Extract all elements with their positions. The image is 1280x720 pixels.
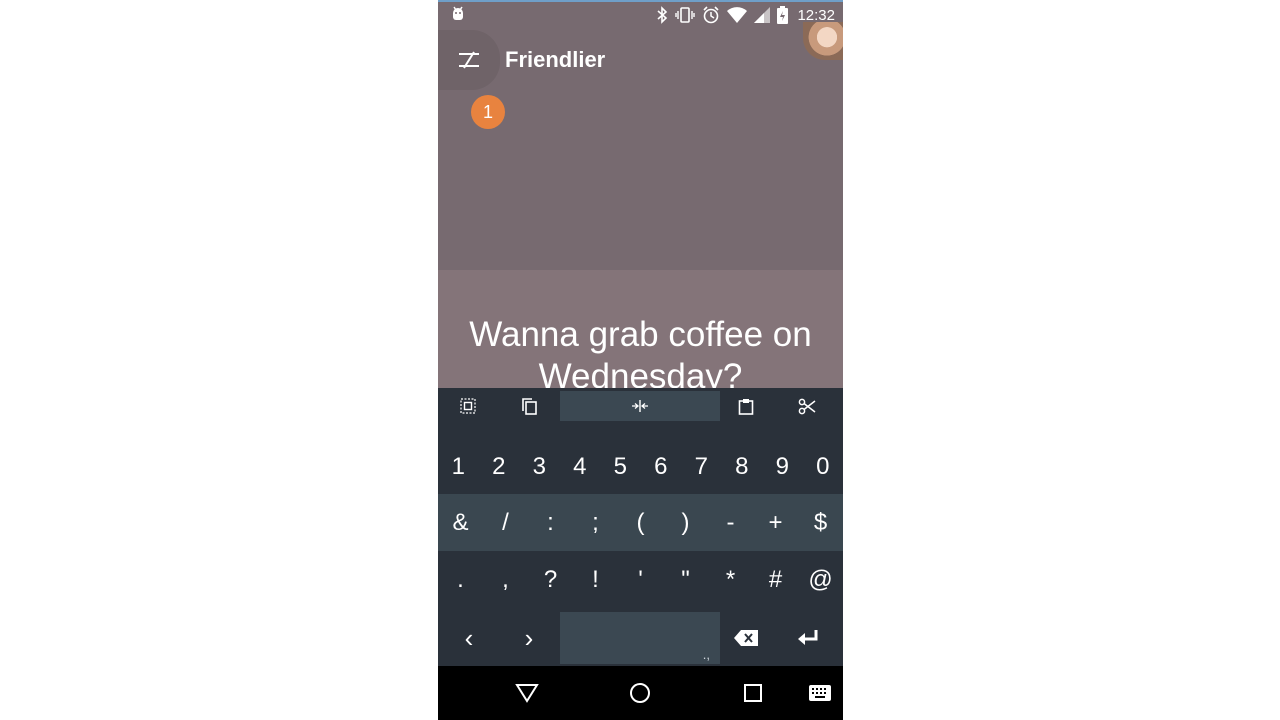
key-quote[interactable]: " [663,551,708,608]
key-hash[interactable]: # [753,551,798,608]
key-apostrophe[interactable]: ' [618,551,663,608]
status-time: 12:32 [797,6,835,24]
key-dollar[interactable]: $ [798,494,843,551]
key-close-paren[interactable]: ) [663,494,708,551]
message-text[interactable]: Wanna grab coffee on Wednesday? [438,314,843,398]
key-semicolon[interactable]: ; [573,494,618,551]
cut-icon [798,398,816,414]
key-slash[interactable]: / [483,494,528,551]
select-all-icon [460,398,476,414]
key-8[interactable]: 8 [722,438,763,495]
android-debug-icon [453,6,463,20]
key-open-paren[interactable]: ( [618,494,663,551]
cut-button[interactable] [782,392,832,420]
bluetooth-icon [657,6,668,24]
key-1[interactable]: 1 [438,438,479,495]
battery-charging-icon [777,6,789,24]
wifi-icon [727,7,748,23]
home-button[interactable] [628,681,652,705]
home-icon [630,683,650,703]
key-3[interactable]: 3 [519,438,560,495]
key-asterisk[interactable]: * [708,551,753,608]
enter-icon [798,630,818,645]
backspace-key[interactable] [721,610,771,666]
back-button[interactable] [515,681,539,705]
key-period[interactable]: . [438,551,483,608]
notification-badge[interactable]: 1 [471,95,505,129]
keyboard-edit-toolbar [438,388,843,422]
phone-screen: 12:32 Friendlier 1 Wanna grab coffee on … [438,0,843,720]
keyboard-switch-button[interactable] [808,681,832,705]
status-bar: 12:32 [438,2,843,28]
app-title: Friendlier [505,47,606,72]
key-minus[interactable]: - [708,494,753,551]
key-comma[interactable]: , [483,551,528,608]
key-2[interactable]: 2 [479,438,520,495]
space-key[interactable]: ., [560,612,720,664]
space-key-hint: ., [702,647,710,662]
menu-icon[interactable] [456,49,482,71]
back-icon [515,684,539,703]
alarm-icon [703,6,720,24]
message-line-1: Wanna grab coffee on [469,315,812,354]
recents-button[interactable] [741,681,765,705]
paste-button[interactable] [721,392,771,420]
select-handle-icon [632,400,648,412]
keyboard-row-symbols-2: . , ? ! ' " * # @ [438,551,843,608]
enter-key[interactable] [782,610,832,666]
key-5[interactable]: 5 [600,438,641,495]
key-ampersand[interactable]: & [438,494,483,551]
key-7[interactable]: 7 [681,438,722,495]
signal-icon [754,7,771,23]
keyboard-row-numbers: 1 2 3 4 5 6 7 8 9 0 [438,438,843,495]
key-6[interactable]: 6 [641,438,682,495]
key-0[interactable]: 0 [803,438,844,495]
key-4[interactable]: 4 [560,438,601,495]
cursor-right-key[interactable]: › [504,610,554,666]
select-mode-button[interactable] [560,391,720,421]
key-exclamation[interactable]: ! [573,551,618,608]
copy-icon [522,397,537,415]
select-all-button[interactable] [443,392,493,420]
navigation-bar [438,666,843,720]
avatar[interactable] [803,22,843,60]
vibrate-icon [675,7,696,23]
cursor-left-key[interactable]: ‹ [444,610,494,666]
paste-icon [738,398,754,415]
keyboard: 1 2 3 4 5 6 7 8 9 0 & / : ; ( ) - + $ . … [438,388,843,666]
recents-icon [744,684,762,702]
key-9[interactable]: 9 [762,438,803,495]
keyboard-row-symbols-1: & / : ; ( ) - + $ [438,494,843,551]
copy-button[interactable] [504,392,554,420]
keyboard-icon [809,685,831,701]
key-at[interactable]: @ [798,551,843,608]
key-colon[interactable]: : [528,494,573,551]
key-question[interactable]: ? [528,551,573,608]
key-plus[interactable]: + [753,494,798,551]
backspace-icon [734,630,758,646]
keyboard-row-bottom: ‹ › ., [438,610,843,666]
